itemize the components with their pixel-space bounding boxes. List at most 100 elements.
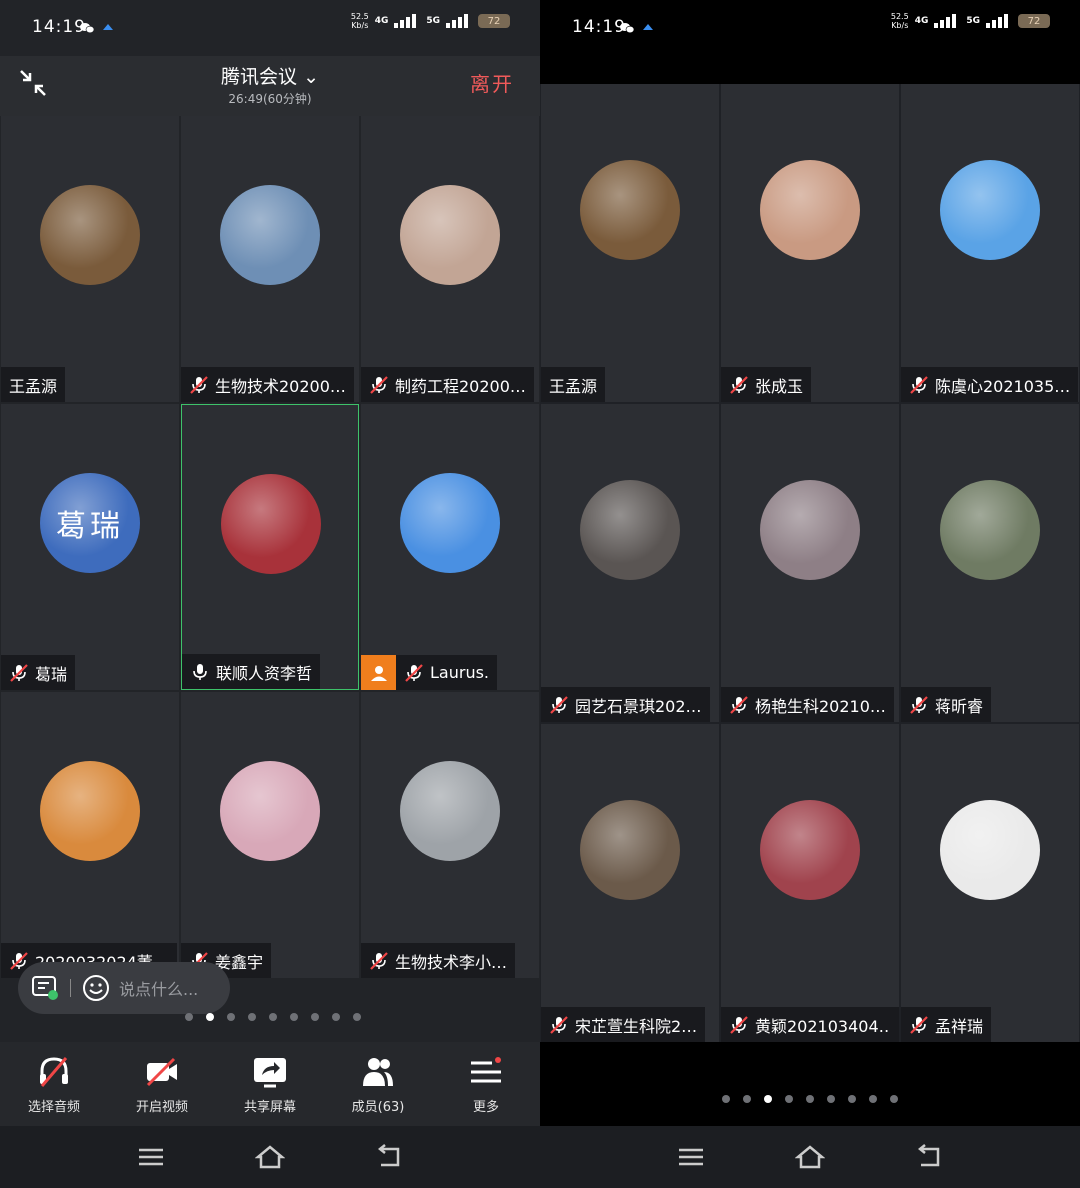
page-dot[interactable] (290, 1013, 298, 1021)
participant-tile[interactable]: 孟祥瑞 (901, 724, 1079, 1042)
signal-bars-icon (446, 14, 468, 28)
page-dot[interactable] (227, 1013, 235, 1021)
back-icon[interactable] (916, 1144, 946, 1170)
participant-tile[interactable]: 陈虞心2021035… (901, 84, 1079, 402)
participant-name: 联顺人资李哲 (216, 663, 313, 683)
battery-icon: 72 (478, 14, 510, 28)
participant-name-bar: 王孟源 (541, 367, 606, 402)
participant-name-bar: 蒋昕睿 (901, 687, 992, 722)
participant-name-bar: 生物技术李小… (361, 943, 516, 978)
participant-name: 葛瑞 (35, 664, 68, 684)
page-dot[interactable] (890, 1095, 898, 1103)
participant-avatar (40, 761, 140, 861)
participant-avatar (760, 800, 860, 900)
chat-placeholder: 说点什么... (119, 980, 199, 999)
more-button[interactable]: 更多 (436, 1054, 536, 1115)
participant-tile[interactable]: 葛瑞 葛瑞 (1, 404, 179, 690)
net-speed: 52.5 Kb/s (350, 12, 369, 30)
mic-muted-icon (10, 663, 28, 682)
meeting-title[interactable]: 腾讯会议 ⌄ (0, 62, 540, 89)
participant-name: 宋芷萱生科院2… (575, 1016, 698, 1036)
page-dot[interactable] (332, 1013, 340, 1021)
participant-name-bar: 宋芷萱生科院2… (541, 1007, 706, 1042)
page-dot[interactable] (248, 1013, 256, 1021)
page-dot[interactable] (722, 1095, 730, 1103)
participant-tile[interactable]: 杨艳生科20210… (721, 404, 899, 722)
participant-tile[interactable]: 2020032024董… (1, 692, 179, 978)
chat-input[interactable]: 说点什么... (18, 962, 230, 1014)
participant-tile[interactable]: 王孟源 (1, 116, 179, 402)
page-dot[interactable] (806, 1095, 814, 1103)
page-dot[interactable] (827, 1095, 835, 1103)
status-time: 14:19 (572, 17, 626, 37)
menu-icon[interactable] (136, 1144, 166, 1170)
page-dot[interactable] (311, 1013, 319, 1021)
page-indicator[interactable] (185, 1013, 361, 1021)
home-icon[interactable] (255, 1144, 285, 1170)
page-dot[interactable] (206, 1013, 214, 1021)
system-nav-bar (0, 1126, 540, 1188)
participant-name-bar: 王孟源 (1, 367, 66, 402)
participant-name: 生物技术李小… (395, 952, 508, 972)
participant-tile[interactable]: 宋芷萱生科院2… (541, 724, 719, 1042)
menu-icon[interactable] (676, 1144, 706, 1170)
status-indicators: 52.5 Kb/s 4G 5G 72 (891, 12, 1050, 30)
page-dot[interactable] (785, 1095, 793, 1103)
participant-name-bar: 张成玉 (721, 367, 812, 402)
status-indicators: 52.5 Kb/s 4G 5G 72 (351, 12, 510, 30)
home-icon[interactable] (795, 1144, 825, 1170)
mic-muted-icon (730, 695, 748, 714)
toolbar-label: 共享屏幕 (243, 1100, 296, 1115)
page-dot[interactable] (743, 1095, 751, 1103)
participant-tile[interactable]: 生物技术李小… (361, 692, 539, 978)
participant-name: 张成玉 (755, 376, 804, 396)
back-icon[interactable] (376, 1144, 406, 1170)
participant-avatar (580, 160, 680, 260)
start-video-button[interactable]: 开启视频 (112, 1054, 212, 1115)
mic-icon (193, 663, 207, 680)
page-dot[interactable] (353, 1013, 361, 1021)
participant-name-bar: 制药工程20200… (361, 367, 534, 402)
participant-avatar (400, 473, 500, 573)
mic-muted-icon (370, 375, 388, 394)
participant-avatar (760, 480, 860, 580)
participant-tile[interactable]: 联顺人资李哲 (181, 404, 359, 690)
page-dot[interactable] (269, 1013, 277, 1021)
participant-grid: 王孟源 生物技术20200… 制药工程20200… 葛瑞 葛瑞联顺人资李哲 Laurus.… (0, 116, 540, 1042)
select-audio-button[interactable]: 选择音频 (4, 1054, 104, 1115)
participant-tile[interactable]: 王孟源 (541, 84, 719, 402)
share-screen-button[interactable]: 共享屏幕 (220, 1054, 320, 1115)
page-dot[interactable] (848, 1095, 856, 1103)
participant-tile[interactable]: Laurus. (361, 404, 539, 690)
more-icon (471, 1057, 501, 1083)
status-time: 14:19 (32, 17, 86, 37)
participant-tile[interactable]: 园艺石景琪202… (541, 404, 719, 722)
meeting-duration: 26:49(60分钟) (228, 92, 312, 106)
chevron-down-icon: ⌄ (303, 66, 319, 88)
emoji-icon[interactable] (81, 973, 111, 1003)
page-dot[interactable] (764, 1095, 772, 1103)
participant-tile[interactable]: 制药工程20200… (361, 116, 539, 402)
participant-tile[interactable]: 蒋昕睿 (901, 404, 1079, 722)
meeting-toolbar: 选择音频 开启视频 共享屏幕 成员(63) 更多 (0, 1042, 540, 1126)
participant-tile[interactable]: 姜鑫宇 (181, 692, 359, 978)
participant-name-bar: 园艺石景琪202… (541, 687, 710, 722)
participant-avatar (220, 761, 320, 861)
host-badge-icon (361, 655, 396, 690)
page-indicator[interactable] (722, 1095, 898, 1103)
page-dot[interactable] (185, 1013, 193, 1021)
participant-name: Laurus. (430, 663, 489, 682)
wechat-icon (80, 23, 94, 33)
divider (70, 979, 71, 997)
leave-button[interactable]: 离开 (470, 68, 514, 97)
members-button[interactable]: 成员(63) (328, 1054, 428, 1115)
participant-tile[interactable]: 张成玉 (721, 84, 899, 402)
participant-tile[interactable]: 生物技术20200… (181, 116, 359, 402)
participant-avatar (940, 480, 1040, 580)
signal-app-icon (103, 24, 113, 30)
participant-name: 孟祥瑞 (935, 1016, 984, 1036)
chat-settings-icon[interactable] (30, 973, 60, 1003)
page-dot[interactable] (869, 1095, 877, 1103)
participant-avatar (221, 474, 321, 574)
participant-tile[interactable]: 黄颖202103404… (721, 724, 899, 1042)
